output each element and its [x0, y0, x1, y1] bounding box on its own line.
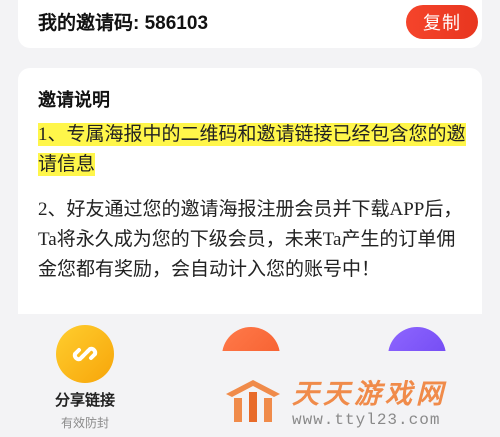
link-icon [56, 325, 114, 383]
copy-button[interactable]: 复制 [406, 5, 478, 39]
invite-code-card: 我的邀请码: 586103 复制 [18, 0, 482, 48]
watermark-url: www.ttyl23.com [292, 411, 441, 429]
share-link-option[interactable]: 分享链接 有效防封 [50, 325, 120, 431]
watermark: 天天游戏网 www.ttyl23.com [222, 372, 447, 429]
share-third-option[interactable] [388, 327, 446, 351]
instructions-title: 邀请说明 [38, 90, 110, 110]
share-link-sublabel: 有效防封 [60, 416, 109, 430]
instruction-item-1: 1、专属海报中的二维码和邀请链接已经包含您的邀请信息 [38, 120, 470, 180]
watermark-title: 天天游戏网 [292, 379, 447, 409]
invite-code-label: 我的邀请码: 586103 [38, 13, 209, 34]
share-link-label: 分享链接 [54, 392, 115, 409]
instruction-item-1-text: 1、专属海报中的二维码和邀请链接已经包含您的邀请信息 [38, 123, 466, 176]
invite-instructions-card: 邀请说明 1、专属海报中的二维码和邀请链接已经包含您的邀请信息 2、好友通过您的… [18, 68, 482, 314]
watermark-logo-icon [226, 379, 280, 422]
share-poster-option[interactable] [222, 327, 280, 351]
poster-icon [222, 327, 280, 351]
instruction-item-2: 2、好友通过您的邀请海报注册会员并下载APP后，Ta将永久成为您的下级会员，未来… [38, 199, 463, 280]
share-option-icon [388, 327, 446, 351]
